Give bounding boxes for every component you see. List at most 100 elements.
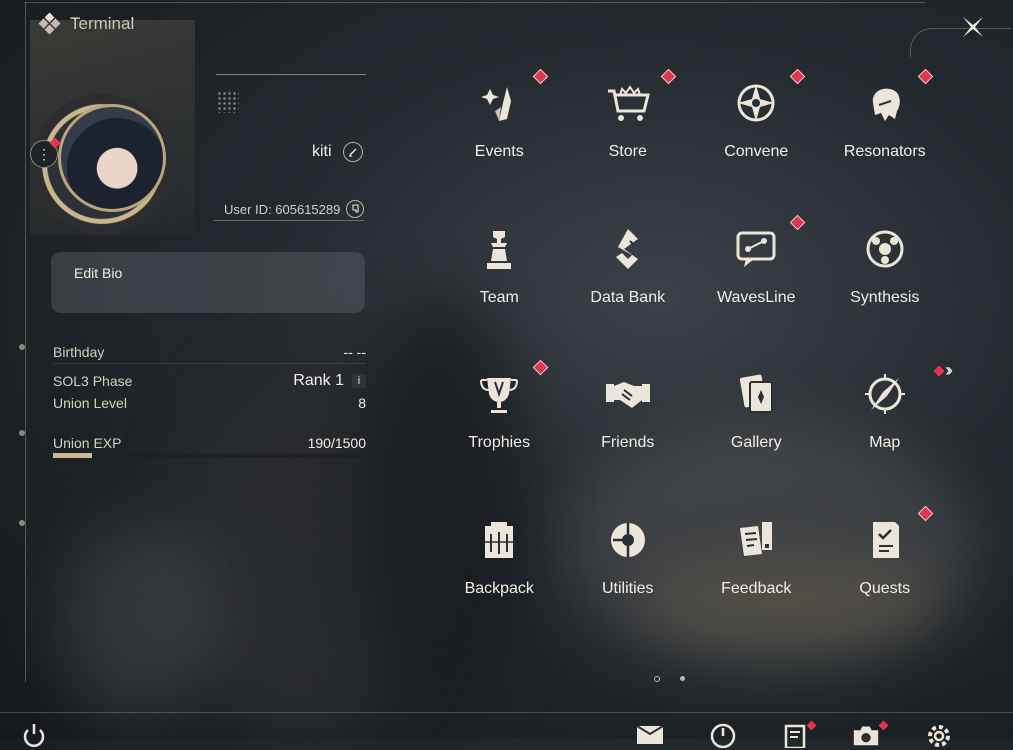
pencil-icon — [349, 148, 357, 157]
power-icon — [23, 724, 45, 747]
camera-icon — [853, 726, 879, 746]
notify-dot — [532, 359, 548, 376]
copy-id-button[interactable] — [346, 200, 365, 218]
menu-label: Trophies — [468, 434, 531, 451]
menu-item-wavesline[interactable]: WavesLine — [692, 204, 821, 350]
menu-label: Gallery — [730, 434, 782, 451]
notify-dot — [789, 68, 805, 85]
menu-label: Convene — [724, 143, 789, 160]
notify-dot — [806, 720, 817, 731]
team-chess-icon — [487, 230, 512, 269]
compass-button[interactable] — [708, 720, 738, 750]
menu-label: Quests — [859, 579, 911, 597]
next-page-button[interactable]: ›› — [933, 360, 953, 381]
notes-icon — [784, 724, 806, 748]
phase-label: SOL3 Phase — [53, 373, 133, 389]
trophy-icon — [480, 378, 519, 413]
page-indicator — [654, 676, 685, 682]
user-id: User ID: 605615289 — [224, 201, 341, 217]
convene-star-icon — [737, 84, 775, 122]
username: kiti — [312, 143, 332, 160]
menu-item-trophies[interactable]: Trophies — [435, 349, 564, 495]
background-figure — [60, 520, 220, 720]
menu-item-team[interactable]: Team — [435, 204, 564, 350]
birthday-row: Birthday -- -- — [53, 344, 366, 364]
menu-item-map[interactable]: Map — [821, 349, 950, 495]
menu-item-resonators[interactable]: Resonators — [821, 58, 950, 204]
menu-label: Events — [474, 143, 524, 160]
menu-item-gallery[interactable]: Gallery — [692, 349, 821, 495]
info-icon[interactable]: i — [352, 374, 366, 388]
menu-label: Team — [479, 288, 519, 306]
camera-button[interactable] — [851, 720, 889, 750]
menu-item-store[interactable]: Store — [564, 58, 693, 204]
events-icon — [481, 87, 512, 121]
menu-label: Data Bank — [590, 288, 666, 306]
union-exp-bar — [53, 453, 360, 458]
page-dot[interactable] — [680, 676, 685, 681]
mail-button[interactable] — [635, 720, 665, 750]
notify-dot — [789, 214, 805, 230]
utilities-icon — [610, 522, 645, 557]
double-chevron-right-icon: ›› — [945, 360, 953, 380]
menu-item-events[interactable]: Events — [435, 58, 564, 204]
union-level-value: 8 — [358, 395, 366, 411]
menu-item-synthesis[interactable]: Synthesis — [821, 204, 950, 350]
menu-item-utilities[interactable]: Utilities — [564, 495, 693, 641]
menu-label: Backpack — [464, 579, 534, 597]
menu-item-feedback[interactable]: Feedback — [692, 495, 821, 641]
side-dot — [19, 430, 25, 436]
notify-dot — [532, 68, 548, 85]
menu-item-data-bank[interactable]: Data Bank — [564, 204, 693, 350]
menu-item-convene[interactable]: Convene — [692, 58, 821, 204]
notify-dot — [660, 68, 677, 85]
side-dot — [19, 344, 25, 350]
notes-button[interactable] — [780, 720, 817, 750]
data-bank-icon — [615, 228, 638, 269]
copy-icon — [352, 204, 359, 213]
phase-rank: Rank 1 — [293, 372, 344, 389]
edit-bio-field[interactable]: Edit Bio — [51, 252, 365, 313]
menu-item-quests[interactable]: Quests — [821, 495, 950, 641]
profile-divider — [216, 74, 366, 75]
union-exp-label: Union EXP — [53, 435, 122, 451]
menu-label: Synthesis — [850, 288, 920, 306]
map-compass-icon — [864, 374, 905, 414]
union-exp-value: 190/1500 — [307, 435, 366, 451]
store-cart-icon — [607, 85, 650, 121]
birthday-value: -- -- — [343, 344, 366, 360]
handshake-icon — [605, 382, 650, 408]
union-exp-fill — [53, 453, 92, 458]
synthesis-icon — [866, 230, 904, 267]
user-id-row: User ID: 605615289 — [214, 198, 365, 221]
gear-icon — [928, 725, 950, 747]
power-button[interactable] — [19, 720, 49, 750]
menu-label: Map — [869, 434, 901, 451]
menu-label: WavesLine — [716, 288, 796, 306]
resonators-icon — [872, 88, 900, 121]
close-icon — [963, 17, 983, 37]
union-exp-row: Union EXP 190/1500 — [53, 435, 366, 451]
notify-dot — [917, 68, 934, 85]
page-dot-active[interactable] — [654, 676, 660, 682]
frame-bottom-line — [0, 712, 1013, 713]
menu-label: Utilities — [601, 579, 654, 597]
settings-button[interactable] — [924, 720, 954, 750]
backpack-icon — [485, 521, 514, 558]
dots-decoration — [217, 91, 239, 113]
edit-name-button[interactable] — [343, 142, 363, 162]
menu-label: Store — [608, 143, 647, 160]
background-figure — [170, 360, 430, 740]
menu-label: Resonators — [843, 143, 926, 160]
mail-icon — [636, 725, 664, 744]
menu-item-friends[interactable]: Friends — [564, 349, 693, 495]
frame-top-line — [25, 2, 925, 3]
feedback-icon — [740, 521, 773, 556]
menu-item-backpack[interactable]: Backpack — [435, 495, 564, 641]
compass-icon — [710, 723, 736, 748]
birthday-label: Birthday — [53, 344, 105, 360]
avatar[interactable] — [58, 104, 166, 212]
close-button[interactable] — [958, 12, 988, 42]
menu-label: Friends — [601, 434, 655, 451]
union-level-row: Union Level 8 — [53, 395, 366, 411]
